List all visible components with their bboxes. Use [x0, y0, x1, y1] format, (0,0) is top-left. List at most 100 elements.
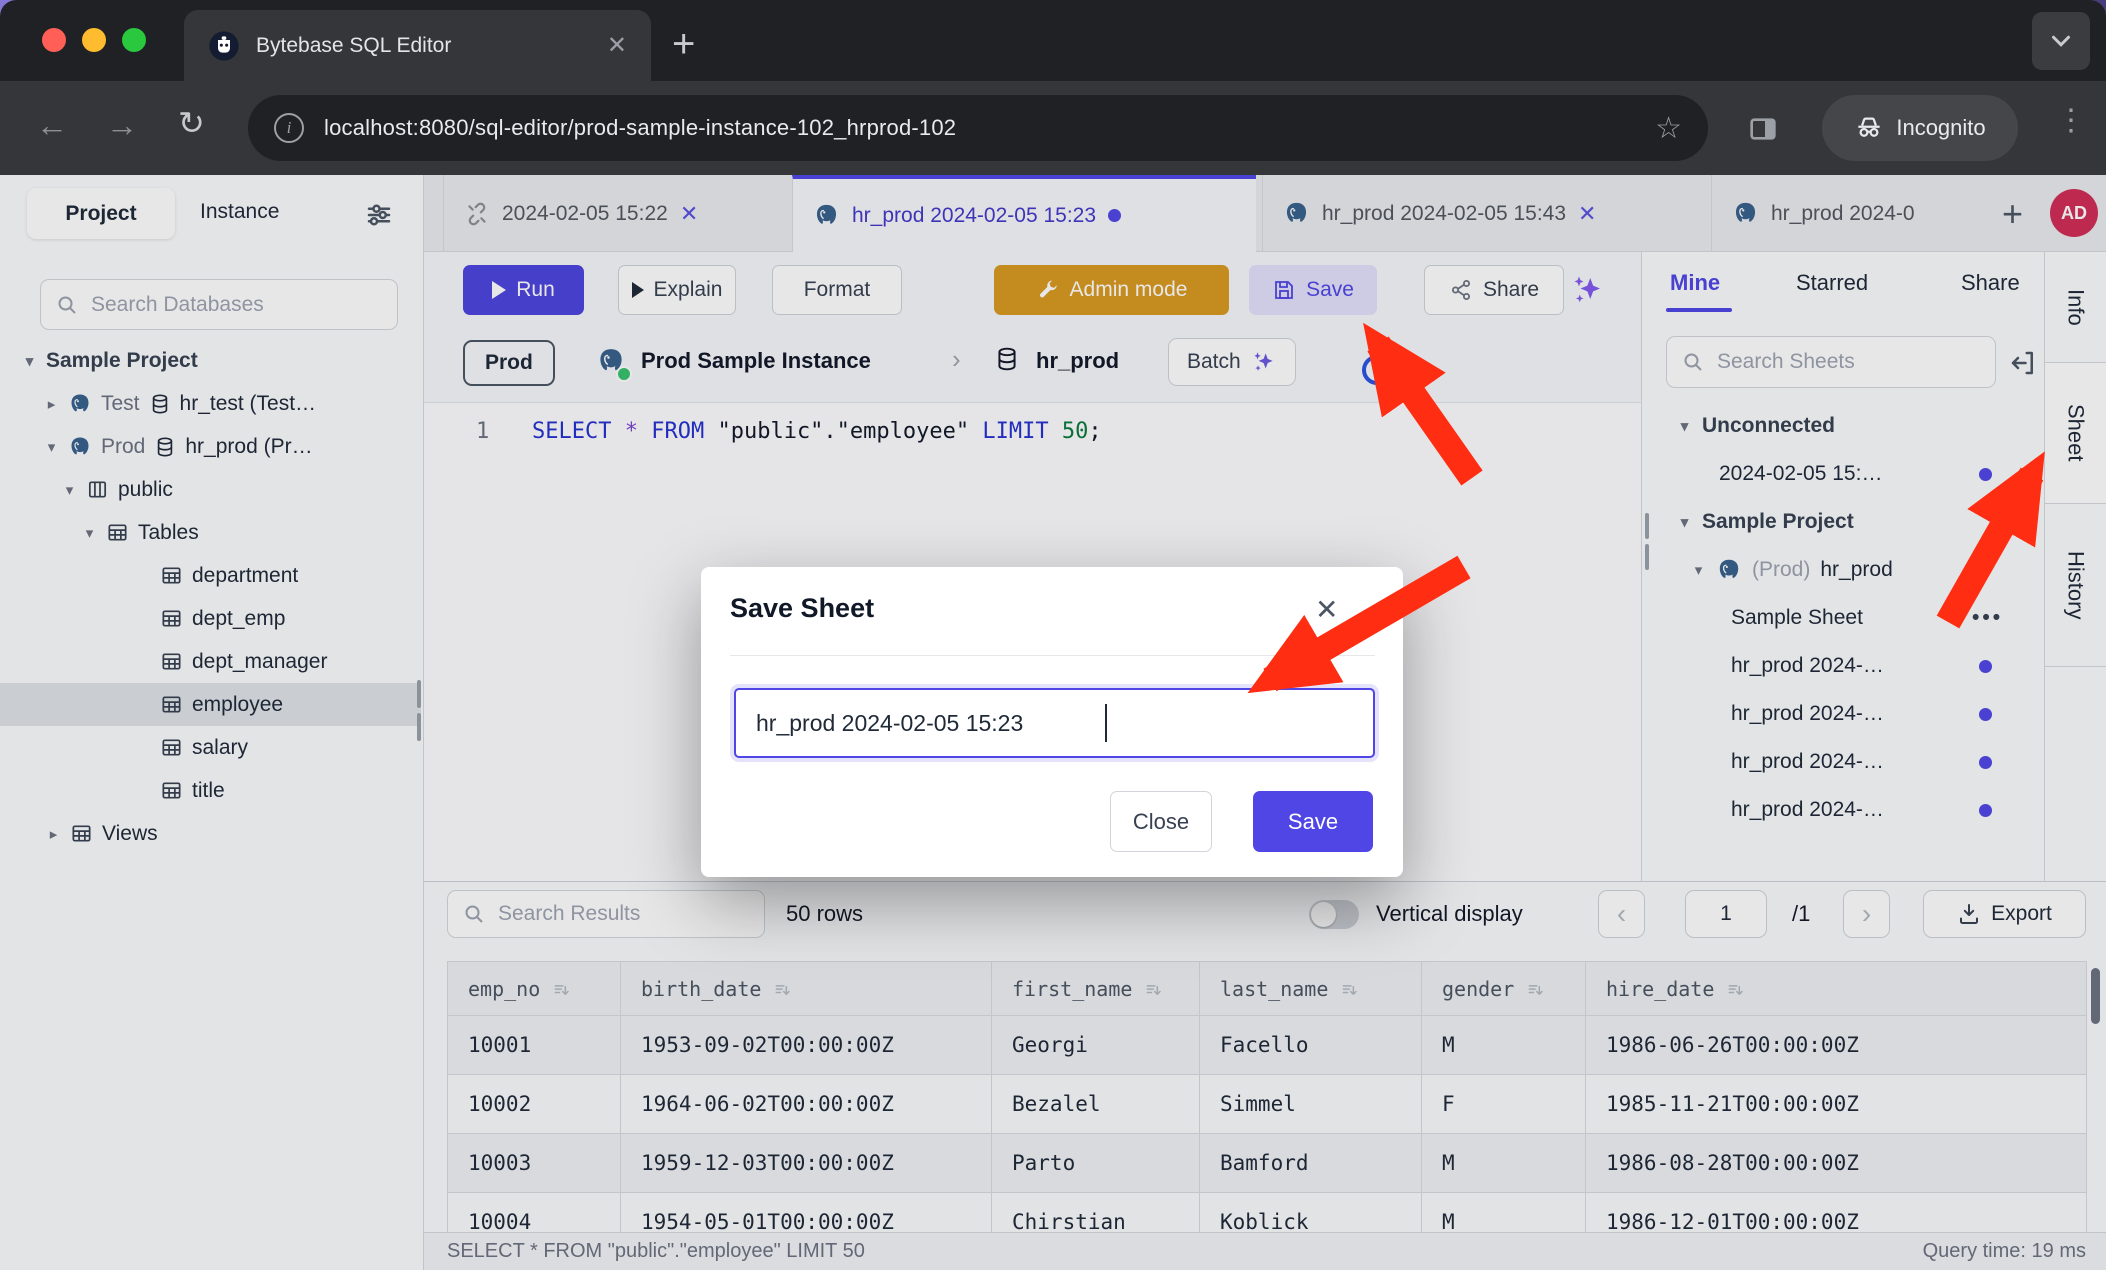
prev-page-button[interactable]: ‹ — [1598, 890, 1645, 938]
tab-instance[interactable]: Instance — [200, 200, 279, 224]
sort-icon[interactable] — [1340, 980, 1360, 1000]
environment-chip[interactable]: Prod — [463, 340, 555, 386]
explain-button[interactable]: Explain — [618, 265, 736, 315]
sort-icon[interactable] — [773, 980, 793, 1000]
sheet-item[interactable]: hr_prod 2024-… — [1642, 642, 2044, 690]
sheet-item[interactable]: hr_prod 2024-… — [1642, 690, 2044, 738]
window-zoom-button[interactable] — [122, 28, 146, 52]
tree-views-group[interactable]: ▸ Views — [0, 812, 421, 855]
tree-tables-group[interactable]: ▾ Tables — [0, 511, 421, 554]
back-button[interactable]: ← — [36, 109, 68, 141]
cell[interactable]: 1986-12-01T00:00:00Z — [1586, 1193, 2087, 1234]
rail-tab-history[interactable]: History — [2045, 504, 2106, 667]
column-header[interactable]: birth_date — [621, 962, 992, 1016]
sort-icon[interactable] — [1526, 980, 1546, 1000]
cell[interactable]: M — [1422, 1193, 1586, 1234]
panel-resize-handle[interactable] — [1645, 513, 1649, 539]
cell[interactable]: 1959-12-03T00:00:00Z — [621, 1134, 992, 1193]
tree-table-dept-emp[interactable]: dept_emp — [0, 597, 421, 640]
worksheet-tab-1[interactable]: 2024-02-05 15:22 ✕ — [443, 175, 776, 252]
sort-icon[interactable] — [1144, 980, 1164, 1000]
sheets-tab-starred[interactable]: Starred — [1796, 270, 1868, 296]
search-sheets-input[interactable]: Search Sheets — [1666, 336, 1996, 388]
window-close-button[interactable] — [42, 28, 66, 52]
tree-table-title[interactable]: title — [0, 769, 421, 812]
bookmark-star-icon[interactable]: ☆ — [1655, 111, 1682, 146]
cell[interactable]: 10004 — [448, 1193, 621, 1234]
caret-down-icon[interactable]: ▾ — [44, 438, 59, 456]
dialog-save-button[interactable]: Save — [1253, 791, 1373, 852]
cell[interactable]: M — [1422, 1016, 1586, 1075]
tree-table-salary[interactable]: salary — [0, 726, 421, 769]
tab-search-button[interactable] — [2032, 12, 2090, 70]
sheet-group-sample-project[interactable]: ▾Sample Project — [1642, 498, 2044, 546]
tab-close-icon[interactable]: ✕ — [680, 201, 698, 227]
cell[interactable]: Facello — [1200, 1016, 1422, 1075]
vertical-display-toggle[interactable] — [1309, 900, 1359, 929]
page-number-input[interactable]: 1 — [1685, 890, 1767, 938]
sheet-item[interactable]: Sample Sheet ••• — [1642, 594, 2044, 642]
cell[interactable]: Koblick — [1200, 1193, 1422, 1234]
tree-db-hr-test[interactable]: ▸ Test hr_test (Test… — [0, 382, 421, 425]
worksheet-tab-4[interactable]: hr_prod 2024-0 — [1711, 175, 1981, 252]
sheets-tab-share[interactable]: Share — [1961, 270, 2020, 296]
reload-button[interactable]: ↻ — [178, 107, 205, 139]
tree-db-hr-prod[interactable]: ▾ Prod hr_prod (Pr… — [0, 425, 421, 468]
sheet-name-input[interactable] — [734, 688, 1375, 758]
cell[interactable]: Georgi — [992, 1016, 1200, 1075]
caret-down-icon[interactable]: ▾ — [62, 481, 77, 499]
site-info-icon[interactable]: i — [274, 113, 304, 143]
side-panel-icon[interactable] — [1747, 113, 1779, 145]
search-results-input[interactable]: Search Results — [447, 890, 765, 938]
column-header[interactable]: gender — [1422, 962, 1586, 1016]
batch-mode-button[interactable]: Batch — [1168, 338, 1296, 386]
caret-down-icon[interactable]: ▾ — [82, 524, 97, 542]
sheet-group-db[interactable]: ▾ (Prod) hr_prod — [1642, 546, 2044, 594]
sort-icon[interactable] — [552, 980, 572, 1000]
ai-sparkle-icon[interactable] — [1570, 272, 1606, 308]
table-row[interactable]: 100011953-09-02T00:00:00ZGeorgiFacelloM1… — [448, 1016, 2087, 1075]
tab-close-icon[interactable]: ✕ — [1578, 201, 1596, 227]
rail-tab-info[interactable]: Info — [2045, 252, 2106, 363]
run-button[interactable]: Run — [463, 265, 584, 315]
export-button[interactable]: Export — [1923, 890, 2086, 938]
tree-schema-public[interactable]: ▾ public — [0, 468, 421, 511]
window-minimize-button[interactable] — [82, 28, 106, 52]
tab-project[interactable]: Project — [27, 188, 175, 239]
worksheet-tab-2-active[interactable]: hr_prod 2024-02-05 15:23 — [792, 175, 1256, 252]
column-header[interactable]: hire_date — [1586, 962, 2087, 1016]
browser-tab-close-icon[interactable]: ✕ — [607, 31, 627, 60]
caret-right-icon[interactable]: ▸ — [44, 395, 59, 413]
table-row[interactable]: 100041954-05-01T00:00:00ZChirstianKoblic… — [448, 1193, 2087, 1234]
cell[interactable]: Bamford — [1200, 1134, 1422, 1193]
column-header[interactable]: emp_no — [448, 962, 621, 1016]
table-scrollbar-thumb[interactable] — [2091, 968, 2100, 1024]
cell[interactable]: 10002 — [448, 1075, 621, 1134]
sidebar-resize-handle[interactable] — [417, 713, 421, 741]
more-actions-icon[interactable]: ••• — [1972, 606, 2003, 630]
breadcrumb-database[interactable]: hr_prod — [1036, 348, 1119, 374]
caret-right-icon[interactable]: ▸ — [46, 825, 61, 843]
format-button[interactable]: Format — [772, 265, 902, 315]
cell[interactable]: 1985-11-21T00:00:00Z — [1586, 1075, 2087, 1134]
cell[interactable]: 1986-08-28T00:00:00Z — [1586, 1134, 2087, 1193]
tree-table-dept-manager[interactable]: dept_manager — [0, 640, 421, 683]
sheet-item[interactable]: 2024-02-05 15:… — [1642, 450, 2044, 498]
tree-table-department[interactable]: department — [0, 554, 421, 597]
panel-resize-handle[interactable] — [1645, 544, 1649, 570]
worksheet-tab-3[interactable]: hr_prod 2024-02-05 15:43 ✕ — [1262, 175, 1705, 252]
address-bar[interactable]: i localhost:8080/sql-editor/prod-sample-… — [248, 95, 1708, 161]
browser-tab[interactable]: Bytebase SQL Editor ✕ — [184, 10, 651, 81]
cell[interactable]: Bezalel — [992, 1075, 1200, 1134]
table-row[interactable]: 100021964-06-02T00:00:00ZBezalelSimmelF1… — [448, 1075, 2087, 1134]
cell[interactable]: 1964-06-02T00:00:00Z — [621, 1075, 992, 1134]
dialog-close-button[interactable]: Close — [1110, 791, 1212, 852]
caret-down-icon[interactable]: ▾ — [1677, 417, 1692, 435]
save-button[interactable]: Save — [1249, 265, 1377, 315]
cell[interactable]: 1986-06-26T00:00:00Z — [1586, 1016, 2087, 1075]
next-page-button[interactable]: › — [1843, 890, 1890, 938]
admin-mode-button[interactable]: Admin mode — [994, 265, 1229, 315]
share-button[interactable]: Share — [1424, 265, 1564, 315]
caret-down-icon[interactable]: ▾ — [1677, 513, 1692, 531]
tree-project-sample-project[interactable]: ▾Sample Project — [0, 339, 421, 382]
